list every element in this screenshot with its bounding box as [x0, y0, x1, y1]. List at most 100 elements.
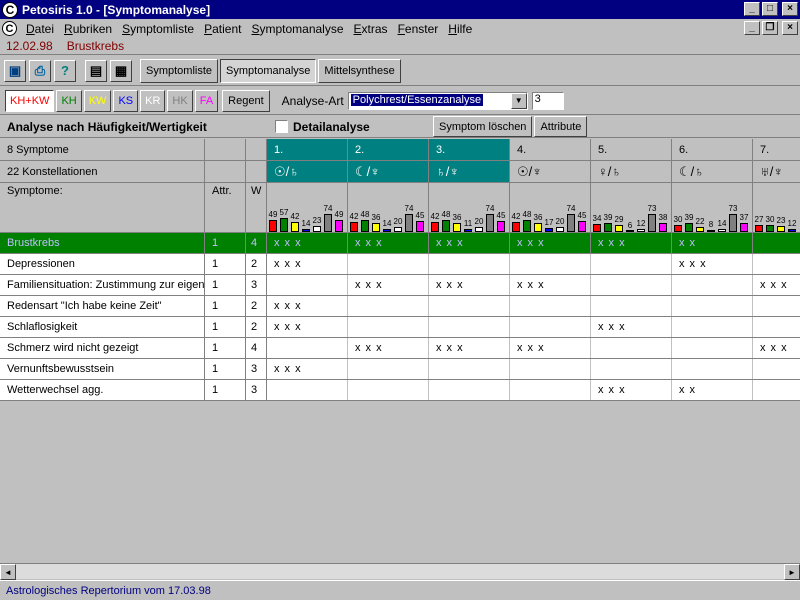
menu-datei[interactable]: Datei: [21, 22, 59, 36]
symptom-marks: [267, 275, 348, 295]
help-icon[interactable]: ?: [54, 59, 76, 82]
table-row[interactable]: Vernunftsbewusstsein 1 3 x x x: [0, 359, 800, 380]
menu-extras[interactable]: Extras: [349, 22, 393, 36]
symptom-attr: 1: [205, 296, 246, 316]
count-field[interactable]: 3: [531, 91, 564, 110]
symptom-name: Redensart "Ich habe keine Zeit": [0, 296, 205, 316]
symptom-marks: [429, 380, 510, 400]
filter-kr-button[interactable]: KR: [140, 89, 166, 112]
symptom-attr: 1: [205, 338, 246, 358]
child-restore-button[interactable]: ❐: [762, 21, 778, 35]
notes-icon[interactable]: ▤: [85, 59, 107, 82]
table-row[interactable]: Schlaflosigkeit 1 2 x x xx x x: [0, 317, 800, 338]
analyse-art-select[interactable]: Polychrest/Essenzanalyse ▼: [347, 91, 528, 110]
constellation-number[interactable]: 3.: [429, 139, 510, 160]
symptomliste-button[interactable]: Symptomliste: [140, 58, 219, 83]
menu-symptomanalyse[interactable]: Symptomanalyse: [246, 22, 348, 36]
constellation-number[interactable]: 6.: [672, 139, 753, 160]
symptom-marks: [591, 275, 672, 295]
table-row[interactable]: Depressionen 1 2 x x xx x x: [0, 254, 800, 275]
child-app-icon[interactable]: C: [2, 21, 17, 36]
constellation-symbol[interactable]: ☾/♆: [348, 161, 429, 182]
table-row[interactable]: Schmerz wird nicht gezeigt 1 4 x x xx x xx …: [0, 338, 800, 359]
symptom-weight: 3: [246, 359, 267, 379]
constellation-symbol[interactable]: ♄/♆: [429, 161, 510, 182]
constellation-count: 22 Konstellationen: [0, 161, 205, 182]
symptom-marks: [591, 254, 672, 274]
symptom-marks: x x x: [348, 233, 429, 253]
detailanalyse-checkbox[interactable]: [275, 120, 288, 133]
constellation-number[interactable]: 5.: [591, 139, 672, 160]
symptom-name: Familiensituation: Zustimmung zur eigene…: [0, 275, 205, 295]
chart-bar-label: 20: [474, 217, 484, 226]
symptom-attr: 1: [205, 254, 246, 274]
chart-bar: [556, 227, 564, 232]
constellation-chart: 42 48 36 11 20 74 45: [429, 183, 510, 232]
symptom-marks: [672, 317, 753, 337]
symptom-marks: [591, 338, 672, 358]
chart-bar-label: 45: [577, 211, 587, 220]
chart-bar-label: 73: [728, 204, 738, 213]
constellation-number[interactable]: 1.: [267, 139, 348, 160]
chart-bar: [280, 218, 288, 232]
filter-kh-kw-button[interactable]: KH+KW: [5, 89, 55, 112]
symptomanalyse-button[interactable]: Symptomanalyse: [220, 58, 317, 83]
symptom-marks: [267, 338, 348, 358]
chart-bar: [593, 224, 601, 232]
chart-bar-label: 38: [658, 213, 668, 222]
table-row[interactable]: Wetterwechsel agg. 1 3 x x xx x: [0, 380, 800, 401]
horizontal-scrollbar[interactable]: ◄ ►: [0, 563, 800, 580]
window-title: Petosiris 1.0 - [Symptomanalyse]: [22, 2, 211, 17]
chart-bar: [405, 214, 413, 232]
minimize-button[interactable]: _: [744, 2, 760, 16]
menu-rubriken[interactable]: Rubriken: [59, 22, 117, 36]
chart-bar: [361, 220, 369, 232]
patient-date: 12.02.98: [6, 39, 53, 53]
maximize-button[interactable]: □: [762, 2, 778, 16]
scroll-right-icon[interactable]: ►: [784, 564, 800, 580]
table-row[interactable]: Redensart "Ich habe keine Zeit" 1 2 x x x: [0, 296, 800, 317]
symptom-marks: x x x: [348, 275, 429, 295]
symptom-marks: [591, 359, 672, 379]
filter-kw-button[interactable]: KW: [83, 89, 112, 112]
constellation-symbol[interactable]: ☉/♄: [267, 161, 348, 182]
constellation-symbol[interactable]: ☾/♄: [672, 161, 753, 182]
filter-ks-button[interactable]: KS: [113, 89, 139, 112]
table-row[interactable]: Brustkrebs 1 4 x x xx x xx x xx x xx x xx x: [0, 233, 800, 254]
constellation-symbol[interactable]: ♅/♆: [753, 161, 800, 182]
constellation-symbol[interactable]: ☉/♆: [510, 161, 591, 182]
clipboard-icon[interactable]: ▦: [110, 59, 132, 82]
chart-bar: [707, 230, 715, 232]
close-button[interactable]: ×: [782, 2, 798, 16]
constellation-number[interactable]: 4.: [510, 139, 591, 160]
chart-bar: [394, 227, 402, 232]
attribute-button[interactable]: Attribute: [534, 116, 588, 137]
menu-symptomliste[interactable]: Symptomliste: [117, 22, 199, 36]
save-icon[interactable]: ▣: [4, 59, 26, 82]
chart-bar: [615, 225, 623, 232]
mittelsynthese-button[interactable]: Mittelsynthese: [318, 58, 401, 83]
menu-fenster[interactable]: Fenster: [393, 22, 444, 36]
table-row[interactable]: Familiensituation: Zustimmung zur eigene…: [0, 275, 800, 296]
symptom-loeschen-button[interactable]: Symptom löschen: [433, 116, 533, 137]
filter-fa-button[interactable]: FA: [194, 89, 219, 112]
constellation-number[interactable]: 7.: [753, 139, 800, 160]
filter-hk-button[interactable]: HK: [167, 89, 193, 112]
menu-hilfe[interactable]: Hilfe: [443, 22, 477, 36]
constellation-chart: 34 39 29 6 12 73 38: [591, 183, 672, 232]
chart-bar: [534, 223, 542, 232]
analysis-title: Analyse nach Häufigkeit/Wertigkeit: [7, 119, 207, 134]
menu-patient[interactable]: Patient: [199, 22, 246, 36]
symptom-name: Wetterwechsel agg.: [0, 380, 205, 400]
print-icon[interactable]: ⎙: [29, 59, 51, 82]
chart-bar-label: 14: [717, 219, 727, 228]
filter-kh-button[interactable]: KH: [56, 89, 82, 112]
child-minimize-button[interactable]: _: [744, 21, 760, 35]
constellation-number[interactable]: 2.: [348, 139, 429, 160]
symptom-marks: x x x: [429, 233, 510, 253]
dropdown-arrow-icon[interactable]: ▼: [510, 92, 527, 109]
regent-button[interactable]: Regent: [222, 89, 270, 112]
child-close-button[interactable]: ×: [782, 21, 798, 35]
scroll-left-icon[interactable]: ◄: [0, 564, 16, 580]
constellation-symbol[interactable]: ♀/♄: [591, 161, 672, 182]
